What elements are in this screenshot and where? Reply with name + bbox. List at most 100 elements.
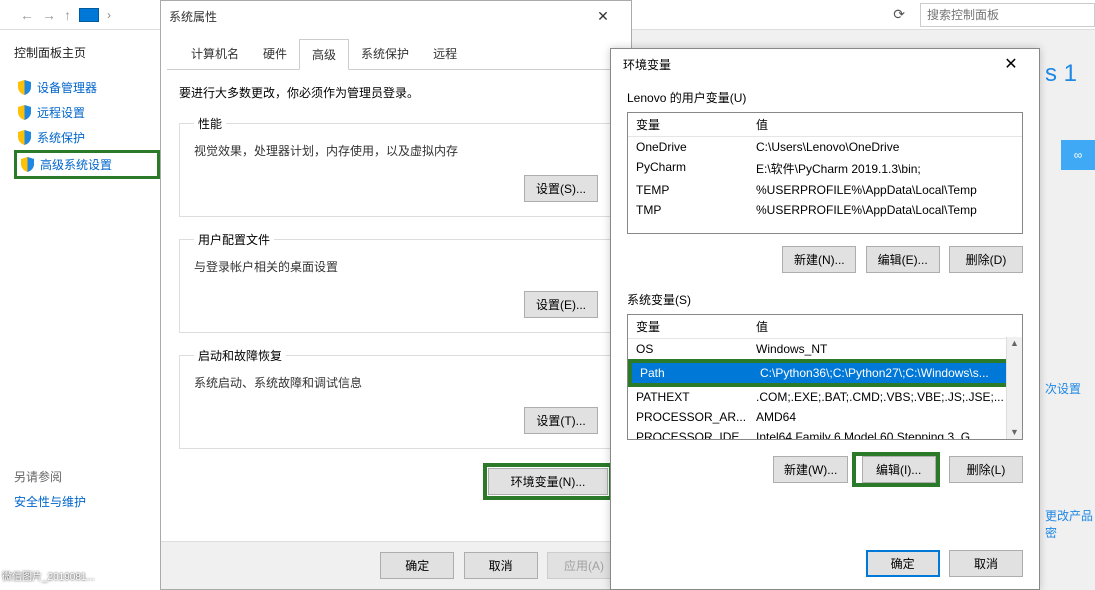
nav-arrows: ← → ↑ › bbox=[20, 7, 111, 23]
system-vars-buttons: 新建(W)... 编辑(I)... 删除(L) bbox=[611, 444, 1039, 495]
system-delete-button[interactable]: 删除(L) bbox=[949, 456, 1023, 483]
cancel-button[interactable]: 取消 bbox=[949, 550, 1023, 577]
bg-link[interactable]: 次设置 bbox=[1045, 380, 1095, 397]
col-variable[interactable]: 变量 bbox=[628, 315, 748, 338]
profiles-settings-button[interactable]: 设置(E)... bbox=[524, 291, 598, 318]
tab-strip: 计算机名 硬件 高级 系统保护 远程 bbox=[167, 31, 625, 70]
sidebar-item-remote[interactable]: 远程设置 bbox=[14, 100, 160, 125]
startup-desc: 系统启动、系统故障和调试信息 bbox=[194, 374, 598, 391]
system-vars-label: 系统变量(S) bbox=[627, 291, 1023, 308]
startup-settings-button[interactable]: 设置(T)... bbox=[524, 407, 598, 434]
system-properties-dialog: 系统属性 ✕ 计算机名 硬件 高级 系统保护 远程 要进行大多数更改，你必须作为… bbox=[160, 0, 632, 590]
titlebar: 系统属性 ✕ bbox=[161, 1, 631, 31]
see-also-link[interactable]: 安全性与维护 bbox=[14, 493, 86, 510]
user-vars-buttons: 新建(N)... 编辑(E)... 删除(D) bbox=[611, 238, 1039, 281]
close-icon[interactable]: ✕ bbox=[991, 54, 1031, 74]
user-delete-button[interactable]: 删除(D) bbox=[949, 246, 1023, 273]
table-row[interactable]: TEMP%USERPROFILE%\AppData\Local\Temp bbox=[628, 180, 1022, 200]
titlebar: 环境变量 ✕ bbox=[611, 49, 1039, 79]
user-new-button[interactable]: 新建(N)... bbox=[782, 246, 856, 273]
shield-icon bbox=[18, 105, 31, 120]
performance-desc: 视觉效果，处理器计划，内存使用，以及虚拟内存 bbox=[194, 142, 598, 159]
scrollbar[interactable]: ▲ ▼ bbox=[1006, 337, 1022, 439]
environment-variables-dialog: 环境变量 ✕ Lenovo 的用户变量(U) 变量 值 OneDriveC:\U… bbox=[610, 48, 1040, 590]
dialog-title: 系统属性 bbox=[169, 8, 583, 25]
performance-settings-button[interactable]: 设置(S)... bbox=[524, 175, 598, 202]
dialog-body: 要进行大多数更改，你必须作为管理员登录。 性能 视觉效果，处理器计划，内存使用，… bbox=[161, 70, 631, 514]
bg-link[interactable]: 更改产品密 bbox=[1045, 507, 1095, 541]
up-arrow-icon[interactable]: ↑ bbox=[64, 7, 71, 23]
ok-button[interactable]: 确定 bbox=[866, 550, 940, 577]
col-value[interactable]: 值 bbox=[748, 315, 1022, 338]
tab-protection[interactable]: 系统保护 bbox=[349, 39, 421, 69]
dialog-footer: 确定 取消 应用(A) bbox=[161, 541, 631, 589]
startup-group: 启动和故障恢复 系统启动、系统故障和调试信息 设置(T)... bbox=[179, 347, 613, 449]
bg-partial-text2: 次设置 更改产品密 bbox=[1045, 380, 1095, 541]
refresh-icon[interactable]: ⟳ bbox=[893, 6, 905, 23]
tab-advanced[interactable]: 高级 bbox=[299, 39, 349, 70]
close-icon[interactable]: ✕ bbox=[583, 8, 623, 25]
environment-variables-button[interactable]: 环境变量(N)... bbox=[488, 468, 608, 495]
sidebar-item-label: 高级系统设置 bbox=[40, 156, 112, 173]
sidebar-item-advanced[interactable]: 高级系统设置 bbox=[19, 154, 155, 175]
scroll-up-icon[interactable]: ▲ bbox=[1010, 339, 1019, 348]
highlight-box: PathC:\Python36\;C:\Python27\;C:\Windows… bbox=[628, 359, 1022, 387]
dialog-footer: 确定 取消 bbox=[611, 538, 1039, 589]
sidebar-item-label: 远程设置 bbox=[37, 104, 85, 121]
system-new-button[interactable]: 新建(W)... bbox=[773, 456, 848, 483]
bg-badge-icon: ∞ bbox=[1061, 140, 1095, 170]
profiles-desc: 与登录帐户相关的桌面设置 bbox=[194, 258, 598, 275]
see-also-title: 另请参阅 bbox=[14, 468, 86, 485]
table-row[interactable]: PROCESSOR_AR...AMD64 bbox=[628, 407, 1022, 427]
desktop-file-label[interactable]: 微信图片_2019081... bbox=[2, 572, 95, 584]
shield-icon bbox=[21, 157, 34, 172]
admin-hint: 要进行大多数更改，你必须作为管理员登录。 bbox=[179, 84, 613, 101]
sidebar-item-label: 设备管理器 bbox=[37, 79, 97, 96]
see-also: 另请参阅 安全性与维护 bbox=[14, 468, 86, 510]
back-arrow-icon[interactable]: ← bbox=[20, 7, 34, 23]
startup-legend: 启动和故障恢复 bbox=[194, 347, 286, 364]
user-vars-section: Lenovo 的用户变量(U) 变量 值 OneDriveC:\Users\Le… bbox=[611, 79, 1039, 238]
scroll-down-icon[interactable]: ▼ bbox=[1010, 428, 1019, 437]
list-header: 变量 值 bbox=[628, 113, 1022, 137]
tab-hardware[interactable]: 硬件 bbox=[251, 39, 299, 69]
user-edit-button[interactable]: 编辑(E)... bbox=[866, 246, 940, 273]
table-row[interactable]: OSWindows_NT bbox=[628, 339, 1022, 359]
performance-group: 性能 视觉效果，处理器计划，内存使用，以及虚拟内存 设置(S)... bbox=[179, 115, 613, 217]
col-variable[interactable]: 变量 bbox=[628, 113, 748, 136]
system-vars-list[interactable]: 变量 值 OSWindows_NT PathC:\Python36\;C:\Py… bbox=[627, 314, 1023, 440]
sidebar-title[interactable]: 控制面板主页 bbox=[14, 44, 160, 61]
cancel-button[interactable]: 取消 bbox=[464, 552, 538, 579]
sidebar-item-device-manager[interactable]: 设备管理器 bbox=[14, 75, 160, 100]
highlight-box: 编辑(I)... bbox=[852, 452, 940, 487]
shield-icon bbox=[18, 130, 31, 145]
performance-legend: 性能 bbox=[194, 115, 226, 132]
table-row[interactable]: PATHEXT.COM;.EXE;.BAT;.CMD;.VBS;.VBE;.JS… bbox=[628, 387, 1022, 407]
breadcrumb-chevron-icon: › bbox=[107, 8, 111, 22]
tab-computer-name[interactable]: 计算机名 bbox=[179, 39, 251, 69]
table-row[interactable]: TMP%USERPROFILE%\AppData\Local\Temp bbox=[628, 200, 1022, 220]
table-row[interactable]: PyCharmE:\软件\PyCharm 2019.1.3\bin; bbox=[628, 157, 1022, 180]
table-row[interactable]: OneDriveC:\Users\Lenovo\OneDrive bbox=[628, 137, 1022, 157]
dialog-title: 环境变量 bbox=[623, 56, 991, 73]
search-input[interactable] bbox=[920, 3, 1095, 27]
shield-icon bbox=[18, 80, 31, 95]
table-row[interactable]: PROCESSOR_IDE...Intel64 Family 6 Model 6… bbox=[628, 427, 1022, 440]
table-row-path[interactable]: PathC:\Python36\;C:\Python27\;C:\Windows… bbox=[632, 363, 1018, 383]
user-vars-list[interactable]: 变量 值 OneDriveC:\Users\Lenovo\OneDrive Py… bbox=[627, 112, 1023, 234]
highlight-box: 高级系统设置 bbox=[14, 150, 160, 179]
profiles-legend: 用户配置文件 bbox=[194, 231, 274, 248]
list-header: 变量 值 bbox=[628, 315, 1022, 339]
system-edit-button[interactable]: 编辑(I)... bbox=[862, 456, 936, 483]
col-value[interactable]: 值 bbox=[748, 113, 1022, 136]
control-panel-sidebar: 控制面板主页 设备管理器 远程设置 系统保护 高级系统设置 另请参阅 安全性与维… bbox=[0, 30, 160, 590]
profiles-group: 用户配置文件 与登录帐户相关的桌面设置 设置(E)... bbox=[179, 231, 613, 333]
system-vars-section: 系统变量(S) 变量 值 OSWindows_NT PathC:\Python3… bbox=[611, 281, 1039, 444]
ok-button[interactable]: 确定 bbox=[380, 552, 454, 579]
sidebar-item-protection[interactable]: 系统保护 bbox=[14, 125, 160, 150]
highlight-box: 环境变量(N)... bbox=[483, 463, 613, 500]
bg-partial-text: s 1 bbox=[1045, 60, 1095, 88]
user-vars-label: Lenovo 的用户变量(U) bbox=[627, 89, 1023, 106]
forward-arrow-icon[interactable]: → bbox=[42, 7, 56, 23]
tab-remote[interactable]: 远程 bbox=[421, 39, 469, 69]
